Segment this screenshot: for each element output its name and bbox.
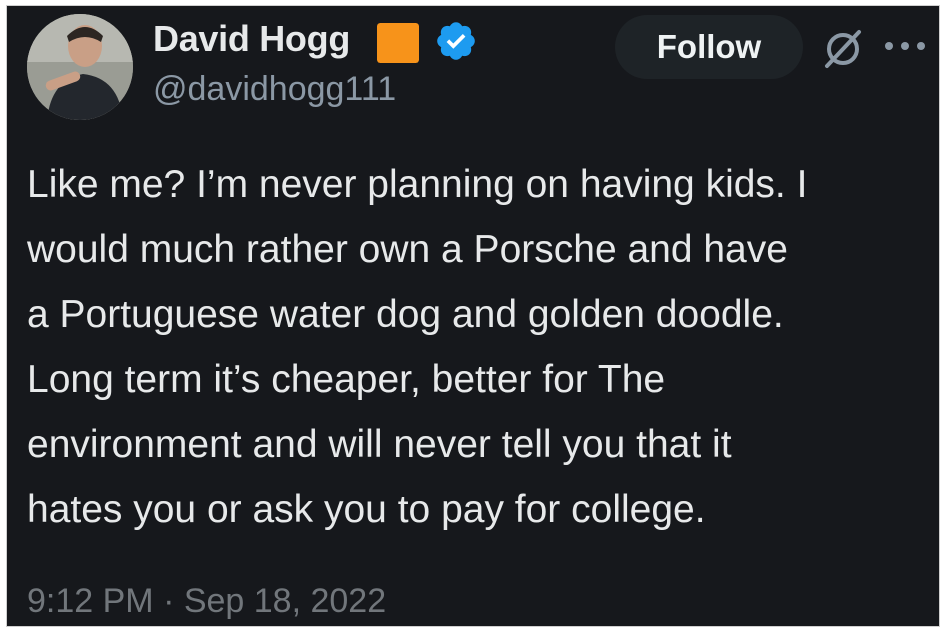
tweet-card: David Hogg @davidhogg111 Follow Like me?… <box>6 5 940 627</box>
grok-icon[interactable] <box>819 24 867 72</box>
verified-icon <box>437 22 475 60</box>
orange-square-icon <box>377 23 419 63</box>
follow-button[interactable]: Follow <box>615 15 803 79</box>
tweet-text-line: Like me? I’m never planning on having ki… <box>27 163 808 206</box>
tweet-text-line: environment and will never tell you that… <box>27 423 732 466</box>
author-display-name[interactable]: David Hogg <box>153 18 350 60</box>
tweet-timestamp[interactable]: 9:12 PM · Sep 18, 2022 <box>27 582 386 621</box>
author-handle[interactable]: @davidhogg111 <box>153 70 396 109</box>
avatar[interactable] <box>27 14 133 120</box>
tweet-text-line: a Portuguese water dog and golden doodle… <box>27 293 784 336</box>
tweet-text-line: Long term it’s cheaper, better for The <box>27 358 666 401</box>
more-icon[interactable] <box>881 36 929 56</box>
tweet-text-line: would much rather own a Porsche and have <box>27 228 788 271</box>
tweet-text-line: hates you or ask you to pay for college. <box>27 488 706 531</box>
tweet-text: Like me? I’m never planning on having ki… <box>27 152 931 542</box>
